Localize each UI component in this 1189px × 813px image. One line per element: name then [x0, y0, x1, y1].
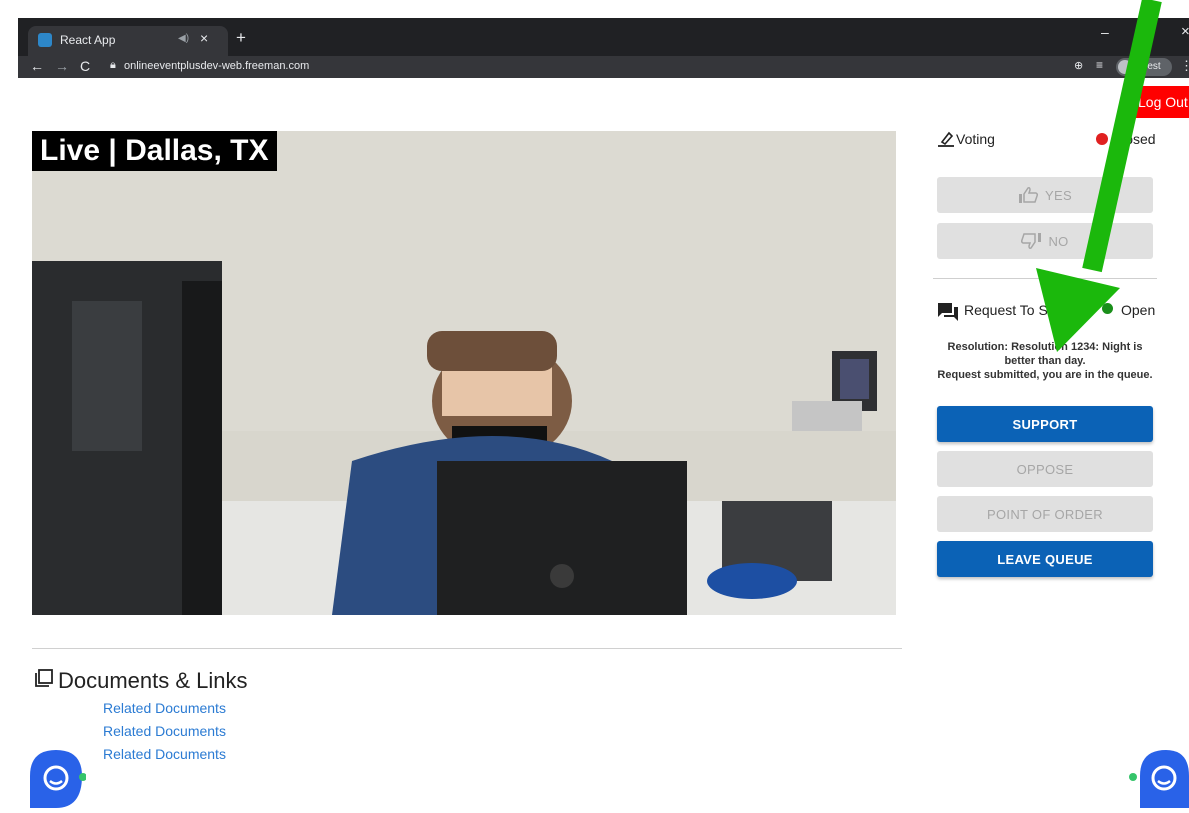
related-documents-link[interactable]: Related Documents: [103, 700, 226, 716]
reload-icon[interactable]: C: [80, 58, 90, 74]
ballot-pencil-icon: [937, 130, 955, 153]
chat-widget-button[interactable]: [1128, 750, 1189, 808]
browser-tab-strip: React App ◀) × + – ×: [18, 18, 1189, 56]
new-tab-button[interactable]: +: [236, 28, 246, 48]
lock-icon[interactable]: 🔒︎: [110, 59, 116, 72]
oppose-button[interactable]: OPPOSE: [937, 451, 1153, 487]
live-video-player[interactable]: Live | Dallas, TX: [32, 131, 896, 615]
react-favicon-icon: [38, 33, 52, 47]
point-of-order-button[interactable]: POINT OF ORDER: [937, 496, 1153, 532]
back-arrow-icon[interactable]: ←: [30, 58, 44, 74]
tab-title: React App: [60, 33, 116, 47]
chat-widget-button[interactable]: [30, 750, 87, 808]
browser-address-bar: ← → C 🔒︎ onlineeventplusdev-web.freeman.…: [18, 56, 1189, 78]
annotation-arrow: [1020, 0, 1180, 365]
queue-status-text: Request submitted, you are in the queue.: [937, 369, 1153, 381]
video-frame-illustration: [32, 131, 896, 615]
speaker-icon[interactable]: ◀): [178, 33, 189, 44]
browser-tab[interactable]: React App ◀) ×: [28, 26, 228, 56]
documents-title: Documents & Links: [58, 668, 248, 693]
copy-stack-icon: [34, 668, 54, 693]
forward-arrow-icon[interactable]: →: [55, 58, 69, 74]
related-documents-link[interactable]: Related Documents: [103, 746, 226, 762]
voting-title: Voting: [956, 131, 995, 147]
chat-bubbles-icon: [937, 302, 959, 327]
url-field[interactable]: onlineeventplusdev-web.freeman.com: [124, 60, 309, 72]
chat-bubble-icon: [1129, 750, 1189, 808]
leave-queue-button[interactable]: LEAVE QUEUE: [937, 541, 1153, 577]
window-close-button[interactable]: ×: [1181, 23, 1189, 40]
browser-menu-icon[interactable]: ⋮: [1180, 58, 1189, 74]
video-location-label: Live | Dallas, TX: [32, 131, 277, 171]
tab-close-icon[interactable]: ×: [200, 30, 208, 46]
chat-bubble-icon: [30, 750, 87, 808]
related-documents-link[interactable]: Related Documents: [103, 723, 226, 739]
divider: [32, 648, 902, 649]
screen-margin: [0, 0, 1189, 18]
support-button[interactable]: SUPPORT: [937, 406, 1153, 442]
